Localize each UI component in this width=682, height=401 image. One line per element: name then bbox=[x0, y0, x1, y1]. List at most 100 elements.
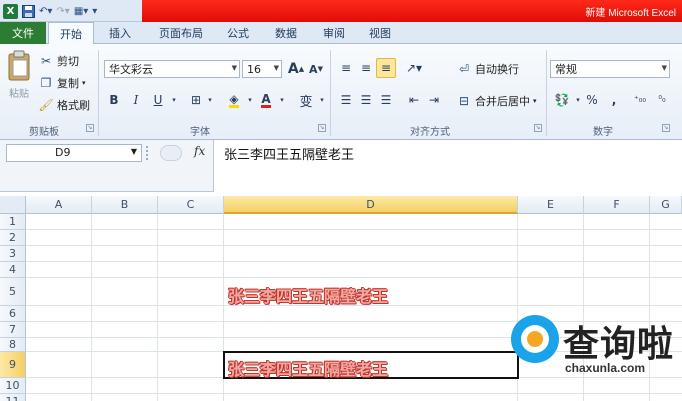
number-format-select[interactable]: 常规 ▼ bbox=[550, 60, 670, 78]
italic-button[interactable]: I bbox=[126, 90, 146, 110]
column-header-g[interactable]: G bbox=[650, 196, 682, 214]
row-header-8[interactable]: 8 bbox=[0, 338, 26, 352]
chevron-down-icon: ▼ bbox=[273, 64, 279, 72]
bold-button[interactable]: B bbox=[104, 90, 124, 110]
alignment-launcher-icon[interactable]: ↘ bbox=[534, 124, 542, 132]
align-top-icon[interactable]: ≡ bbox=[336, 58, 356, 78]
tab-insert[interactable]: 插入 bbox=[100, 22, 140, 44]
wrap-text-label: 自动换行 bbox=[475, 63, 519, 76]
expand-icon[interactable] bbox=[160, 145, 182, 161]
cell-d5[interactable]: 张三李四王五隔壁老王 bbox=[228, 283, 388, 307]
align-center-icon[interactable]: ☰ bbox=[356, 90, 376, 110]
fx-icon[interactable]: fx bbox=[194, 144, 205, 158]
paste-icon bbox=[8, 50, 30, 81]
font-launcher-icon[interactable]: ↘ bbox=[318, 124, 326, 132]
tab-view[interactable]: 视图 bbox=[360, 22, 400, 44]
row-header-10[interactable]: 10 bbox=[0, 378, 26, 394]
customize-qat-icon[interactable]: ▾ bbox=[92, 3, 97, 19]
phonetic-dropdown-icon[interactable]: ▾ bbox=[312, 90, 332, 110]
format-painter-button[interactable]: 🖌 格式刷 bbox=[38, 96, 90, 114]
paste-button[interactable]: 粘贴 bbox=[4, 50, 34, 110]
border-dropdown-icon[interactable]: ▾ bbox=[200, 90, 220, 110]
align-right-icon[interactable]: ☰ bbox=[376, 90, 396, 110]
column-header-b[interactable]: B bbox=[92, 196, 158, 214]
percent-button[interactable]: % bbox=[582, 90, 602, 110]
align-middle-icon[interactable]: ≡ bbox=[356, 58, 376, 78]
grid-line bbox=[91, 214, 92, 401]
brush-icon: 🖌 bbox=[38, 98, 54, 112]
row-header-4[interactable]: 4 bbox=[0, 262, 26, 278]
font-name-value: 华文彩云 bbox=[109, 63, 153, 76]
wrap-text-button[interactable]: ⏎ 自动换行 bbox=[456, 60, 519, 78]
align-left-icon[interactable]: ☰ bbox=[336, 90, 356, 110]
tab-data[interactable]: 数据 bbox=[266, 22, 306, 44]
column-header-a[interactable]: A bbox=[26, 196, 92, 214]
tab-home[interactable]: 开始 bbox=[48, 22, 94, 45]
watermark-domain: chaxunla.com bbox=[565, 361, 646, 375]
decrease-decimal-icon[interactable]: ⁰₀ bbox=[652, 90, 672, 110]
merge-center-button[interactable]: ⊟ 合并后居中 ▾ bbox=[456, 92, 537, 110]
group-divider bbox=[330, 50, 331, 136]
font-size-value: 16 bbox=[247, 62, 261, 76]
shrink-font-button[interactable]: A ▼ bbox=[306, 59, 326, 79]
column-header-e[interactable]: E bbox=[518, 196, 584, 214]
chevron-down-icon: ▼ bbox=[661, 64, 667, 72]
chevron-down-icon: ▼ bbox=[231, 64, 237, 72]
row-header-9[interactable]: 9 bbox=[0, 352, 26, 378]
tab-review[interactable]: 审阅 bbox=[314, 22, 354, 44]
grid-view-icon[interactable]: ▦▾ bbox=[74, 3, 88, 19]
orientation-icon[interactable]: ↗▾ bbox=[404, 58, 424, 78]
tab-file[interactable]: 文件 bbox=[0, 22, 46, 44]
row-header-11[interactable]: 11 bbox=[0, 394, 26, 401]
row-header-5[interactable]: 5 bbox=[0, 278, 26, 306]
column-header-f[interactable]: F bbox=[584, 196, 650, 214]
align-bottom-icon[interactable]: ≡ bbox=[376, 58, 396, 78]
underline-dropdown-icon[interactable]: ▾ bbox=[164, 90, 184, 110]
copy-button[interactable]: ❐ 复制 ▾ bbox=[38, 74, 86, 92]
save-icon[interactable] bbox=[22, 3, 35, 19]
wrap-text-icon: ⏎ bbox=[458, 62, 470, 76]
formula-input[interactable]: 张三李四王五隔壁老王 bbox=[213, 140, 682, 192]
font-color-dropdown-icon[interactable]: ▾ bbox=[272, 90, 292, 110]
increase-decimal-icon[interactable]: ⁺₀₀ bbox=[630, 90, 650, 110]
quick-access-toolbar: X ↶▾ ↷▾ ▦▾ ▾ bbox=[0, 0, 142, 22]
grow-font-button[interactable]: A ▲ bbox=[286, 59, 306, 79]
name-box[interactable]: D9 ▼ bbox=[6, 144, 142, 162]
cell-d9: 张三李四王五隔壁老王 bbox=[228, 360, 389, 379]
ribbon-tabs: 文件 开始 插入 页面布局 公式 数据 审阅 视图 bbox=[0, 22, 682, 45]
group-label-font: 字体 bbox=[190, 127, 210, 138]
row-header-2[interactable]: 2 bbox=[0, 230, 26, 246]
formula-bar: D9 ▼ fx 张三李四王五隔壁老王 bbox=[0, 140, 682, 192]
tab-page-layout[interactable]: 页面布局 bbox=[150, 22, 212, 44]
comma-button[interactable]: , bbox=[604, 90, 624, 110]
excel-app-icon[interactable]: X bbox=[3, 3, 18, 19]
number-launcher-icon[interactable]: ↘ bbox=[662, 124, 670, 132]
column-header-d[interactable]: D bbox=[224, 196, 518, 214]
cut-button[interactable]: ✂ 剪切 bbox=[38, 52, 79, 70]
scissors-icon: ✂ bbox=[40, 54, 52, 68]
row-header-6[interactable]: 6 bbox=[0, 306, 26, 322]
font-name-select[interactable]: 华文彩云 ▼ bbox=[104, 60, 240, 78]
paste-label: 粘贴 bbox=[9, 89, 29, 100]
chevron-down-icon: ▾ bbox=[82, 79, 86, 87]
clipboard-launcher-icon[interactable]: ↘ bbox=[86, 124, 94, 132]
row-header-3[interactable]: 3 bbox=[0, 246, 26, 262]
copy-label: 复制 bbox=[57, 77, 79, 90]
row-header-7[interactable]: 7 bbox=[0, 322, 26, 338]
group-label-number: 数字 bbox=[593, 127, 613, 138]
number-format-value: 常规 bbox=[555, 63, 577, 76]
increase-indent-icon[interactable]: ⇥ bbox=[424, 90, 444, 110]
tab-formulas[interactable]: 公式 bbox=[218, 22, 258, 44]
undo-icon[interactable]: ↶▾ bbox=[39, 3, 52, 19]
grid-line bbox=[157, 214, 158, 401]
ribbon: 粘贴 ✂ 剪切 ❐ 复制 ▾ 🖌 格式刷 剪贴板 ↘ 华文彩云 ▼ 16 ▼ A ▲ A ▼ B… bbox=[0, 44, 682, 140]
decrease-indent-icon[interactable]: ⇤ bbox=[404, 90, 424, 110]
select-all-corner[interactable] bbox=[0, 196, 26, 214]
row-header-1[interactable]: 1 bbox=[0, 214, 26, 230]
column-header-c[interactable]: C bbox=[158, 196, 224, 214]
font-size-select[interactable]: 16 ▼ bbox=[242, 60, 282, 78]
formula-bar-grip[interactable] bbox=[146, 146, 156, 160]
chevron-down-icon: ▼ bbox=[130, 147, 137, 156]
title-bar-red: 新建 Microsoft Excel bbox=[142, 0, 682, 22]
redo-icon[interactable]: ↷▾ bbox=[56, 3, 69, 19]
